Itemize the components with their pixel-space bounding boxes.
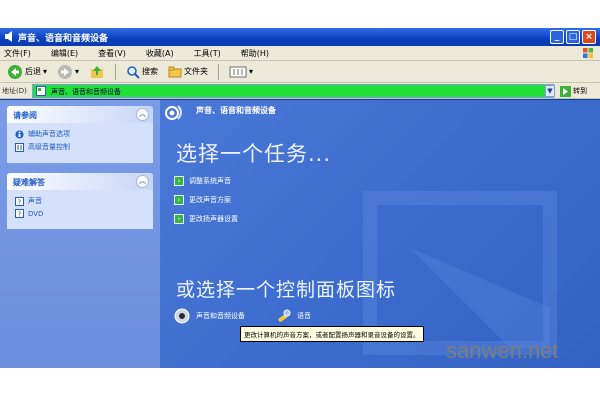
troubleshoot-header[interactable]: 疑难解答 ︽ bbox=[7, 173, 153, 190]
toolbar-divider bbox=[115, 63, 117, 80]
link-troubleshoot-sound[interactable]: ? 声音 bbox=[15, 196, 147, 206]
sound-audio-devices-item[interactable]: 声音和音频设备 bbox=[174, 308, 245, 324]
menu-file[interactable]: 文件(F) bbox=[4, 48, 31, 59]
speaker-icon bbox=[174, 308, 190, 324]
chevron-down-icon[interactable]: ▾ bbox=[249, 67, 253, 76]
chevron-down-icon[interactable]: ▾ bbox=[75, 67, 79, 76]
address-value: 声音、语音和音频设备 bbox=[51, 88, 121, 96]
speech-item[interactable]: 语音 bbox=[275, 308, 311, 324]
control-panel-icons: 声音和音频设备 语音 bbox=[174, 308, 311, 324]
main-content: 声音、语音和音频设备 选择一个任务... › 调整系统声音 › 更改声音方案 ›… bbox=[160, 100, 600, 368]
help-icon: ? bbox=[15, 209, 24, 218]
address-field[interactable]: 声音、语音和音频设备 bbox=[32, 84, 554, 98]
task-label: 调整系统声音 bbox=[189, 177, 231, 185]
toolbar: 后退 ▾ ▾ 搜索 文件夹 ▾ bbox=[0, 61, 600, 83]
search-label: 搜索 bbox=[142, 67, 159, 76]
folders-label: 文件夹 bbox=[184, 67, 209, 76]
menu-help[interactable]: 帮助(H) bbox=[241, 48, 269, 59]
back-arrow-icon bbox=[8, 64, 22, 79]
task-arrow-icon: › bbox=[174, 214, 184, 224]
search-icon bbox=[127, 65, 140, 79]
tooltip: 更改计算机的声音方案，或者配置扬声器和录音设备的设置。 bbox=[240, 326, 424, 342]
task-pane: 请参阅 ︽ 辅助声音选项 高级音量控制 疑难解答 ︽ ? 声音 ? DVD bbox=[0, 100, 160, 368]
task-arrow-icon: › bbox=[174, 176, 184, 186]
watermark: sanwen.net bbox=[446, 338, 559, 363]
window-title: 声音、语音和音频设备 bbox=[18, 34, 109, 44]
back-button[interactable]: 后退 ▾ bbox=[4, 64, 50, 80]
folder-icon bbox=[168, 66, 182, 77]
address-dropdown-button[interactable]: ▼ bbox=[545, 85, 555, 97]
cp-icon-label: 语音 bbox=[297, 312, 311, 320]
toolbar-divider bbox=[218, 63, 220, 80]
troubleshoot-title: 疑难解答 bbox=[13, 178, 45, 187]
task-label: 更改扬声器设置 bbox=[189, 215, 238, 223]
menu-view[interactable]: 查看(V) bbox=[98, 48, 126, 59]
speaker-icon bbox=[5, 31, 12, 42]
address-label: 地址(D) bbox=[2, 87, 27, 95]
title-bar[interactable]: 声音、语音和音频设备 _ □ × bbox=[0, 28, 600, 46]
link-label: 高级音量控制 bbox=[28, 143, 70, 151]
windows-logo-icon bbox=[583, 48, 593, 58]
see-also-header[interactable]: 请参阅 ︽ bbox=[7, 106, 153, 123]
views-icon bbox=[229, 66, 247, 77]
link-label: 辅助声音选项 bbox=[28, 130, 70, 138]
views-button[interactable]: ▾ bbox=[226, 66, 256, 78]
close-button[interactable]: × bbox=[582, 30, 596, 44]
pick-icon-heading: 或选择一个控制面板图标 bbox=[176, 279, 397, 301]
task-arrow-icon: › bbox=[174, 195, 184, 205]
back-label: 后退 bbox=[25, 67, 41, 76]
link-troubleshoot-dvd[interactable]: ? DVD bbox=[15, 209, 147, 218]
go-button[interactable]: 转到 bbox=[560, 84, 587, 98]
task-list: › 调整系统声音 › 更改声音方案 › 更改扬声器设置 bbox=[174, 176, 238, 233]
pick-task-heading: 选择一个任务... bbox=[176, 142, 332, 166]
task-adjust-system-sound[interactable]: › 调整系统声音 bbox=[174, 176, 238, 186]
svg-text:?: ? bbox=[18, 198, 22, 206]
go-label: 转到 bbox=[573, 87, 587, 95]
forward-arrow-icon bbox=[58, 64, 73, 79]
help-icon: ? bbox=[15, 196, 24, 206]
menu-tools[interactable]: 工具(T) bbox=[194, 48, 221, 59]
content-header-title: 声音、语音和音频设备 bbox=[196, 106, 276, 115]
up-folder-button[interactable] bbox=[86, 64, 108, 80]
maximize-button[interactable]: □ bbox=[566, 30, 580, 44]
up-folder-icon bbox=[91, 65, 104, 78]
volume-control-icon bbox=[15, 142, 24, 152]
control-panel-icon bbox=[36, 86, 46, 96]
speaker-headset-icon bbox=[165, 105, 182, 120]
control-panel-window: 声音、语音和音频设备 _ □ × 文件(F) 编辑(E) 查看(V) 收藏(A)… bbox=[0, 28, 600, 368]
link-label: DVD bbox=[28, 209, 44, 218]
link-label: 声音 bbox=[28, 197, 42, 205]
link-advanced-volume[interactable]: 高级音量控制 bbox=[15, 142, 147, 152]
menu-favorites[interactable]: 收藏(A) bbox=[146, 48, 174, 59]
folders-button[interactable]: 文件夹 bbox=[165, 65, 211, 79]
troubleshoot-panel: 疑难解答 ︽ ? 声音 ? DVD bbox=[7, 173, 153, 229]
task-change-sound-scheme[interactable]: › 更改声音方案 bbox=[174, 195, 238, 205]
chevron-down-icon[interactable]: ▾ bbox=[43, 67, 47, 76]
search-button[interactable]: 搜索 bbox=[123, 65, 161, 79]
link-accessibility-sound[interactable]: 辅助声音选项 bbox=[15, 129, 147, 139]
menu-edit[interactable]: 编辑(E) bbox=[51, 48, 78, 59]
task-label: 更改声音方案 bbox=[189, 196, 231, 204]
svg-text:?: ? bbox=[18, 211, 22, 219]
collapse-icon[interactable]: ︽ bbox=[136, 175, 149, 188]
content-header: 声音、语音和音频设备 bbox=[160, 100, 600, 122]
address-bar: 地址(D) 声音、语音和音频设备 ▼ 转到 bbox=[0, 83, 600, 99]
minimize-button[interactable]: _ bbox=[550, 30, 564, 44]
task-change-speaker-settings[interactable]: › 更改扬声器设置 bbox=[174, 214, 238, 224]
microphone-icon bbox=[278, 309, 291, 322]
forward-button[interactable]: ▾ bbox=[54, 64, 82, 80]
collapse-icon[interactable]: ︽ bbox=[136, 108, 149, 121]
cp-icon-label: 声音和音频设备 bbox=[196, 312, 245, 320]
see-also-title: 请参阅 bbox=[13, 111, 37, 120]
accessibility-icon bbox=[15, 130, 24, 138]
menu-bar: 文件(F) 编辑(E) 查看(V) 收藏(A) 工具(T) 帮助(H) bbox=[0, 46, 600, 61]
see-also-panel: 请参阅 ︽ 辅助声音选项 高级音量控制 bbox=[7, 106, 153, 163]
go-arrow-icon bbox=[560, 85, 571, 97]
